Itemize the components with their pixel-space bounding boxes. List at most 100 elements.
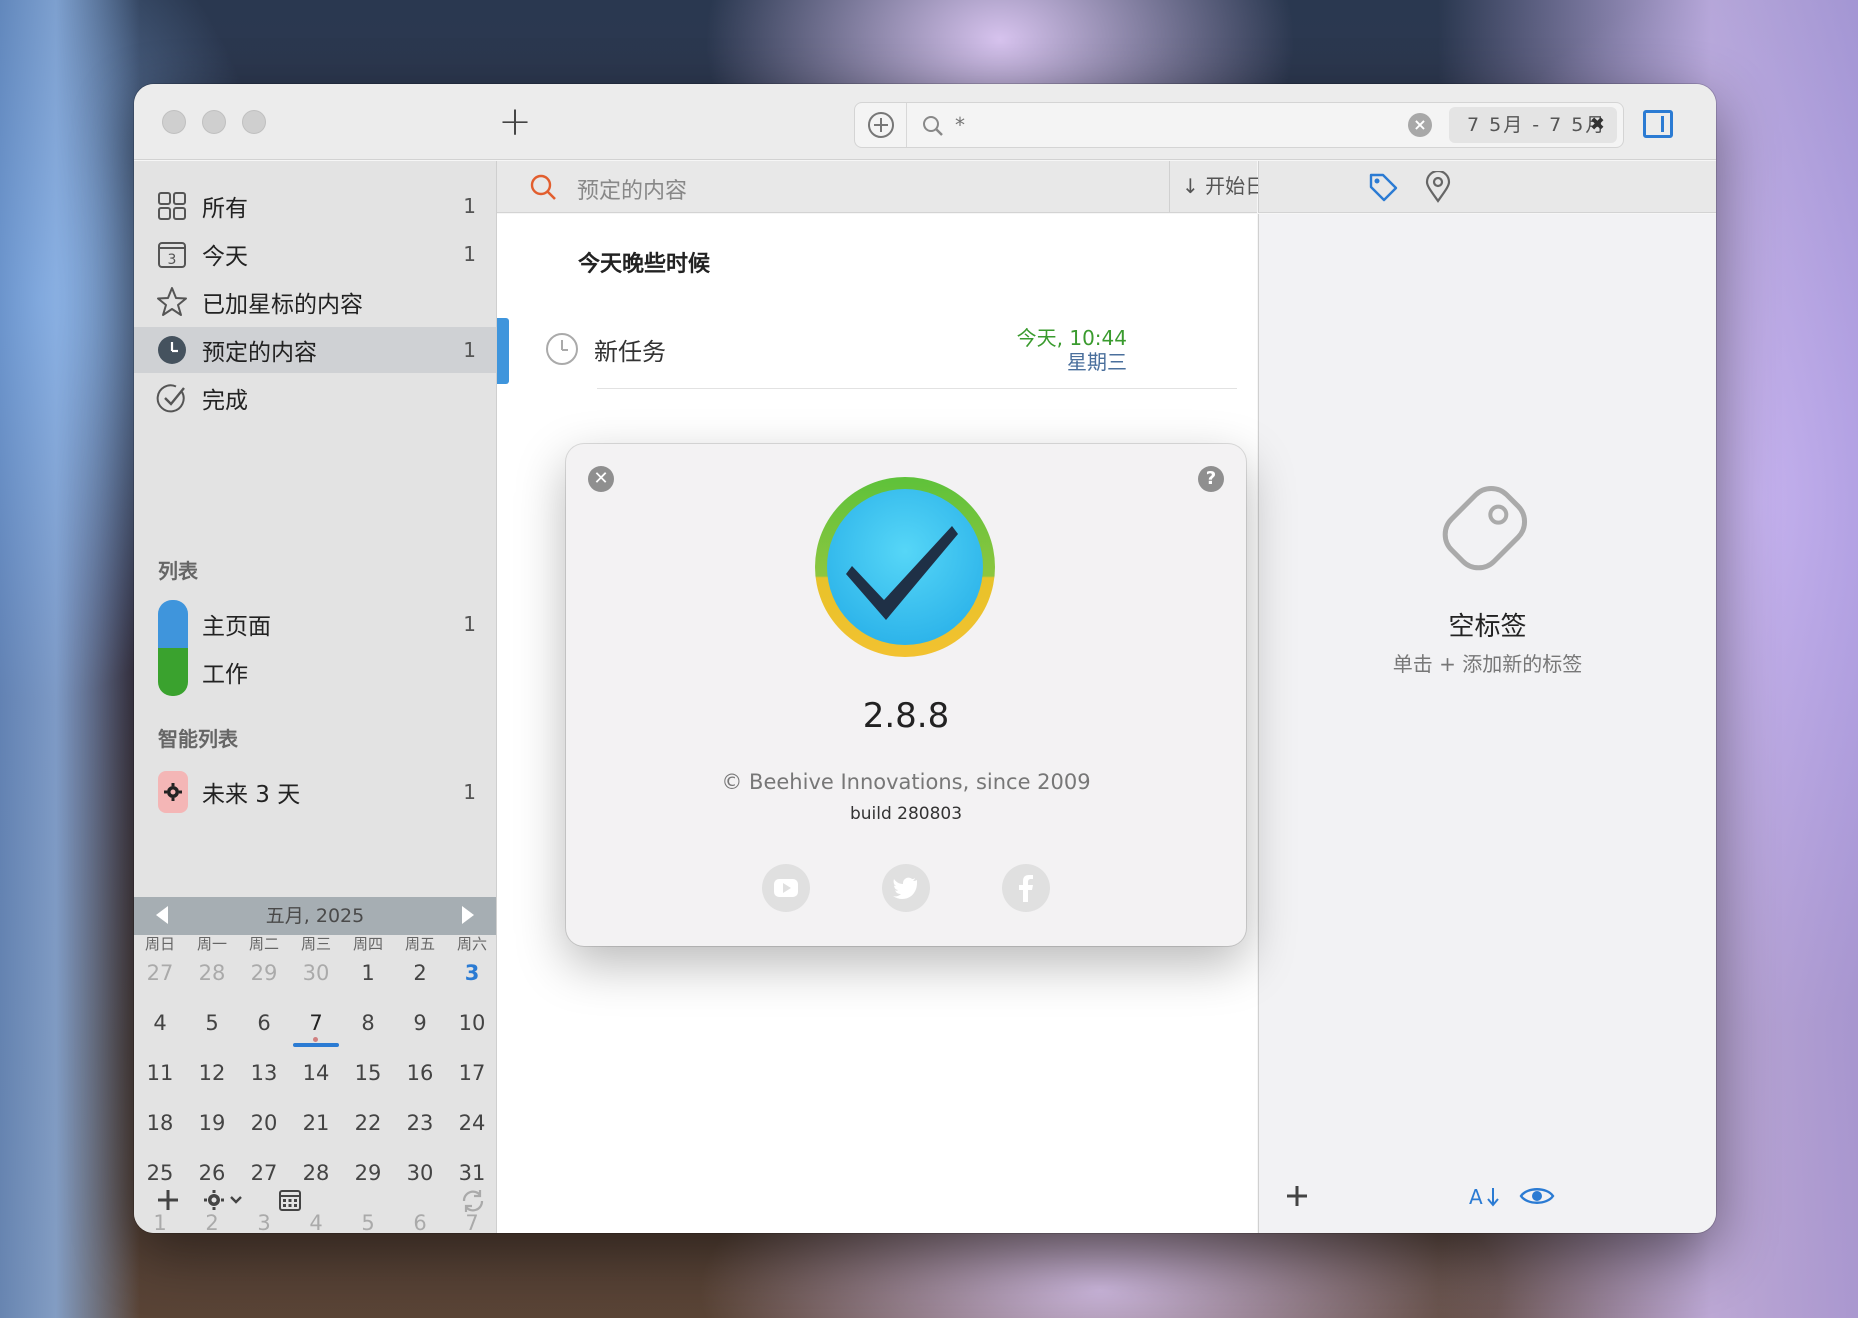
calendar-day[interactable]: 18 bbox=[134, 1111, 186, 1135]
zoom-window-button[interactable] bbox=[242, 110, 266, 134]
about-close-button[interactable]: ✕ bbox=[588, 466, 614, 492]
task-separator bbox=[597, 388, 1237, 389]
youtube-icon[interactable] bbox=[762, 864, 810, 912]
sidebar-item-count: 1 bbox=[463, 242, 476, 266]
calendar-prev-icon[interactable] bbox=[156, 906, 168, 924]
gear-icon bbox=[158, 771, 188, 813]
add-task-button[interactable]: + bbox=[494, 102, 536, 144]
sidebar-item-label: 已加星标的内容 bbox=[202, 292, 363, 318]
wallpaper-left bbox=[0, 0, 140, 1318]
calendar-day[interactable]: 30 bbox=[290, 961, 342, 985]
calendar-task-dot bbox=[313, 1037, 318, 1042]
calendar-next-icon[interactable] bbox=[462, 906, 474, 924]
minimize-window-button[interactable] bbox=[202, 110, 226, 134]
sidebar-item-label: 主页面 bbox=[202, 614, 271, 640]
calendar-day[interactable]: 2 bbox=[394, 961, 446, 985]
calendar-day[interactable]: 5 bbox=[186, 1011, 238, 1035]
sidebar-item-starred[interactable]: 已加星标的内容 bbox=[134, 279, 496, 325]
calendar-day-selected[interactable]: 7 bbox=[290, 1011, 342, 1035]
calendar-selection-underline bbox=[293, 1043, 339, 1047]
clock-icon[interactable] bbox=[545, 332, 579, 366]
sidebar-item-label: 未来 3 天 bbox=[202, 782, 301, 808]
twitter-icon[interactable] bbox=[882, 864, 930, 912]
search-bar: × 7 5月 - 7 5月 ✖ bbox=[854, 102, 1624, 148]
add-list-icon[interactable] bbox=[156, 1188, 180, 1212]
calendar-day[interactable]: 28 bbox=[186, 961, 238, 985]
calendar-day[interactable]: 6 bbox=[238, 1011, 290, 1035]
calendar-day[interactable]: 20 bbox=[238, 1111, 290, 1135]
calendar-day[interactable]: 24 bbox=[446, 1111, 498, 1135]
calendar-day[interactable]: 4 bbox=[134, 1011, 186, 1035]
facebook-icon[interactable] bbox=[1002, 864, 1050, 912]
location-pin-icon[interactable] bbox=[1423, 171, 1453, 203]
calendar-weekday: 周六 bbox=[456, 935, 487, 953]
calendar-day[interactable]: 27 bbox=[134, 961, 186, 985]
sidebar-item-count: 1 bbox=[463, 612, 476, 636]
search-clear-button[interactable]: × bbox=[1408, 113, 1432, 137]
calendar-day[interactable]: 10 bbox=[446, 1011, 498, 1035]
inspector-toolbar bbox=[1258, 161, 1716, 213]
search-icon bbox=[530, 174, 556, 200]
date-range-text: 7 5月 - 7 5月 bbox=[1467, 114, 1607, 136]
date-range-clear-button[interactable]: ✖ bbox=[1590, 107, 1605, 143]
smart-lists-section-header: 智能列表 bbox=[158, 727, 238, 751]
check-circle-icon bbox=[156, 382, 188, 414]
calendar-day[interactable]: 15 bbox=[342, 1061, 394, 1085]
sidebar-item-today[interactable]: 3 今天 1 bbox=[134, 231, 496, 277]
calendar-icon[interactable] bbox=[278, 1188, 302, 1212]
add-tag-icon[interactable] bbox=[1285, 1184, 1309, 1208]
clock-icon bbox=[156, 334, 188, 366]
sidebar-item-count: 1 bbox=[463, 194, 476, 218]
sync-icon[interactable] bbox=[460, 1188, 486, 1214]
grid-icon bbox=[156, 190, 188, 222]
calendar-day-icon: 3 bbox=[156, 238, 188, 270]
calendar-day-today[interactable]: 3 bbox=[446, 961, 498, 985]
star-icon bbox=[156, 286, 188, 318]
close-window-button[interactable] bbox=[162, 110, 186, 134]
calendar-weekday: 周五 bbox=[404, 935, 435, 953]
svg-text:3: 3 bbox=[168, 252, 177, 268]
calendar-day[interactable]: 17 bbox=[446, 1061, 498, 1085]
calendar-day[interactable]: 14 bbox=[290, 1061, 342, 1085]
calendar-header: 五月, 2025 bbox=[134, 897, 496, 935]
calendar-day[interactable]: 11 bbox=[134, 1061, 186, 1085]
sidebar-bottom-bar bbox=[134, 1176, 496, 1226]
calendar-day[interactable]: 23 bbox=[394, 1111, 446, 1135]
calendar-day[interactable]: 19 bbox=[186, 1111, 238, 1135]
search-input[interactable] bbox=[955, 109, 1415, 141]
sidebar-list-home[interactable]: 主页面 1 bbox=[134, 601, 496, 647]
empty-tag-icon bbox=[1442, 485, 1528, 571]
sidebar-item-label: 今天 bbox=[202, 244, 248, 270]
calendar-day[interactable]: 9 bbox=[394, 1011, 446, 1035]
sidebar-item-count: 1 bbox=[463, 338, 476, 362]
calendar-day[interactable]: 12 bbox=[186, 1061, 238, 1085]
sort-alpha-icon[interactable]: A bbox=[1469, 1182, 1503, 1210]
search-filter-button[interactable] bbox=[855, 103, 907, 147]
lists-section-header: 列表 bbox=[158, 559, 198, 583]
calendar-day[interactable]: 21 bbox=[290, 1111, 342, 1135]
calendar-day[interactable]: 16 bbox=[394, 1061, 446, 1085]
sidebar-smart-list-next-3-days[interactable]: 未来 3 天 1 bbox=[134, 769, 496, 815]
eye-icon[interactable] bbox=[1519, 1184, 1555, 1208]
sidebar-list-work[interactable]: 工作 bbox=[134, 649, 496, 695]
task-row[interactable]: 新任务 今天, 10:44 星期三 bbox=[497, 310, 1257, 390]
date-range-filter[interactable]: 7 5月 - 7 5月 ✖ bbox=[1449, 107, 1617, 143]
about-help-button[interactable]: ? bbox=[1198, 466, 1224, 492]
sort-direction-icon: ↓ bbox=[1182, 174, 1199, 198]
tag-icon[interactable] bbox=[1367, 171, 1399, 203]
gear-icon[interactable] bbox=[202, 1188, 246, 1212]
sidebar-item-scheduled[interactable]: 预定的内容 1 bbox=[134, 327, 496, 373]
calendar-day[interactable]: 22 bbox=[342, 1111, 394, 1135]
calendar-day[interactable]: 8 bbox=[342, 1011, 394, 1035]
sidebar-toggle-icon[interactable] bbox=[1643, 110, 1673, 138]
calendar-day[interactable]: 1 bbox=[342, 961, 394, 985]
sidebar-item-completed[interactable]: 完成 bbox=[134, 375, 496, 421]
sidebar-item-all[interactable]: 所有 1 bbox=[134, 183, 496, 229]
list-title: 预定的内容 bbox=[577, 179, 688, 204]
calendar-weekday: 周三 bbox=[300, 935, 331, 953]
sidebar-item-label: 工作 bbox=[202, 662, 248, 688]
calendar-day[interactable]: 13 bbox=[238, 1061, 290, 1085]
calendar-day[interactable]: 29 bbox=[238, 961, 290, 985]
tags-panel: 空标签 单击 + 添加新的标签 A bbox=[1258, 214, 1716, 1233]
sidebar-item-label: 完成 bbox=[202, 388, 248, 414]
